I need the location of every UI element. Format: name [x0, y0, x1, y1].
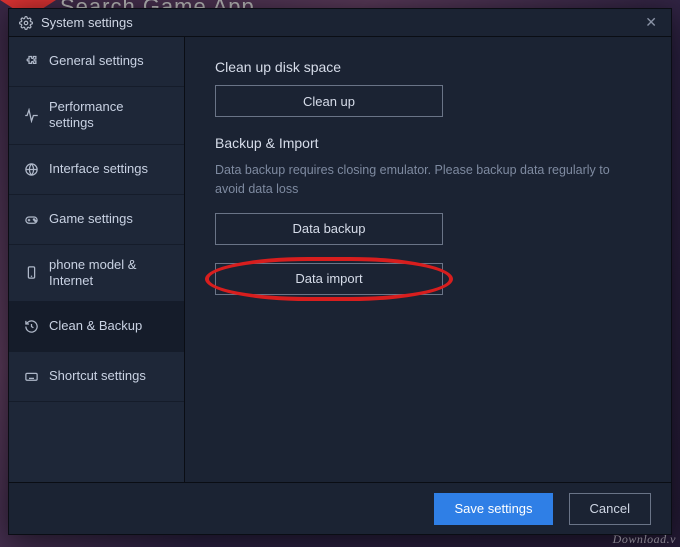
save-settings-button[interactable]: Save settings	[434, 493, 552, 525]
sidebar-item-phone-model-internet[interactable]: phone model & Internet	[9, 245, 184, 303]
sidebar-item-label: General settings	[49, 53, 170, 69]
close-button[interactable]: ✕	[641, 14, 661, 31]
sidebar-item-label: phone model & Internet	[49, 257, 170, 290]
footer: Save settings Cancel	[9, 482, 671, 534]
gear-icon	[19, 16, 33, 30]
sidebar-item-label: Game settings	[49, 211, 170, 227]
sidebar-item-performance-settings[interactable]: Performance settings	[9, 87, 184, 145]
sidebar-item-label: Interface settings	[49, 161, 170, 177]
data-import-button[interactable]: Data import	[215, 263, 443, 295]
cancel-button[interactable]: Cancel	[569, 493, 651, 525]
gamepad-icon	[23, 212, 39, 227]
history-icon	[23, 319, 39, 334]
backup-hint-text: Data backup requires closing emulator. P…	[215, 161, 641, 199]
sidebar-item-label: Clean & Backup	[49, 318, 170, 334]
sidebar-item-label: Performance settings	[49, 99, 170, 132]
sidebar-item-game-settings[interactable]: Game settings	[9, 195, 184, 245]
titlebar: System settings ✕	[9, 9, 671, 37]
backup-section-title: Backup & Import	[215, 135, 641, 151]
watermark-text: Download.v	[613, 532, 676, 547]
window-title: System settings	[41, 15, 133, 30]
sidebar-item-clean-backup[interactable]: Clean & Backup	[9, 302, 184, 352]
sidebar-item-label: Shortcut settings	[49, 368, 170, 384]
wave-icon	[23, 108, 39, 123]
globe-icon	[23, 162, 39, 177]
phone-icon	[23, 265, 39, 280]
content-panel: Clean up disk space Clean up Backup & Im…	[185, 37, 671, 482]
cleanup-section-title: Clean up disk space	[215, 59, 641, 75]
sidebar: General settings Performance settings Inte…	[9, 37, 185, 482]
cleanup-button[interactable]: Clean up	[215, 85, 443, 117]
settings-modal: System settings ✕ General settings Perfor…	[8, 8, 672, 535]
puzzle-icon	[23, 54, 39, 69]
keyboard-icon	[23, 369, 39, 384]
sidebar-item-shortcut-settings[interactable]: Shortcut settings	[9, 352, 184, 402]
sidebar-item-interface-settings[interactable]: Interface settings	[9, 145, 184, 195]
data-backup-button[interactable]: Data backup	[215, 213, 443, 245]
sidebar-item-general-settings[interactable]: General settings	[9, 37, 184, 87]
